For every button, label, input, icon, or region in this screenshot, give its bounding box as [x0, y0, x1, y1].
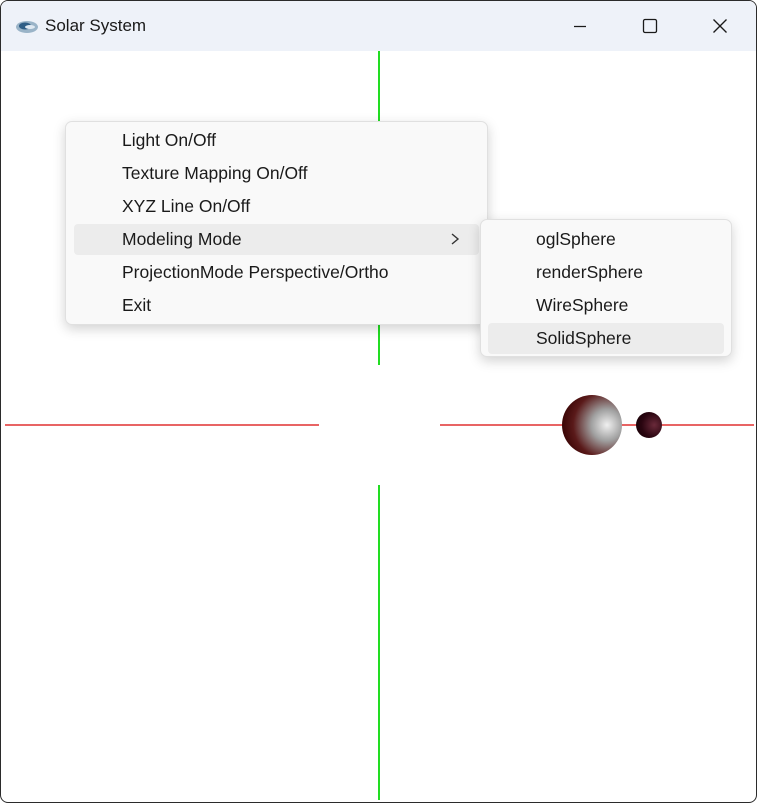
submenu-item-wiresphere[interactable]: WireSphere — [488, 290, 724, 321]
close-icon — [713, 19, 727, 33]
chevron-right-icon — [451, 233, 460, 245]
glut-app-icon — [16, 21, 38, 33]
title-bar[interactable]: Solar System — [1, 1, 756, 51]
minimize-button[interactable] — [545, 1, 615, 51]
menu-item-xyz-line[interactable]: XYZ Line On/Off — [74, 191, 479, 222]
menu-item-label: Modeling Mode — [122, 229, 242, 249]
submenu-item-oglsphere[interactable]: oglSphere — [488, 224, 724, 255]
sun-sphere — [562, 395, 622, 455]
menu-item-modeling-mode[interactable]: Modeling Mode — [74, 224, 479, 255]
menu-item-label: ProjectionMode Perspective/Ortho — [122, 262, 389, 282]
menu-item-exit[interactable]: Exit — [74, 290, 479, 321]
window-title: Solar System — [45, 16, 147, 35]
maximize-icon — [642, 18, 658, 34]
context-menu: Light On/Off Texture Mapping On/Off XYZ … — [65, 121, 488, 325]
submenu-item-label: oglSphere — [536, 229, 616, 249]
menu-item-label: Light On/Off — [122, 130, 217, 150]
submenu-item-label: WireSphere — [536, 295, 629, 315]
menu-item-projection-mode[interactable]: ProjectionMode Perspective/Ortho — [74, 257, 479, 288]
modeling-mode-submenu: oglSphere renderSphere WireSphere SolidS… — [480, 219, 732, 357]
submenu-item-label: renderSphere — [536, 262, 644, 282]
submenu-item-label: SolidSphere — [536, 328, 632, 348]
menu-item-label: Exit — [122, 295, 152, 315]
submenu-item-rendersphere[interactable]: renderSphere — [488, 257, 724, 288]
moon-sphere — [636, 412, 662, 438]
menu-item-label: XYZ Line On/Off — [122, 196, 251, 216]
close-button[interactable] — [685, 1, 755, 51]
maximize-button[interactable] — [615, 1, 685, 51]
menu-item-light[interactable]: Light On/Off — [74, 125, 479, 156]
submenu-item-solidsphere[interactable]: SolidSphere — [488, 323, 724, 354]
minimize-icon — [574, 25, 586, 28]
menu-item-texture-mapping[interactable]: Texture Mapping On/Off — [74, 158, 479, 189]
menu-item-label: Texture Mapping On/Off — [122, 163, 308, 183]
